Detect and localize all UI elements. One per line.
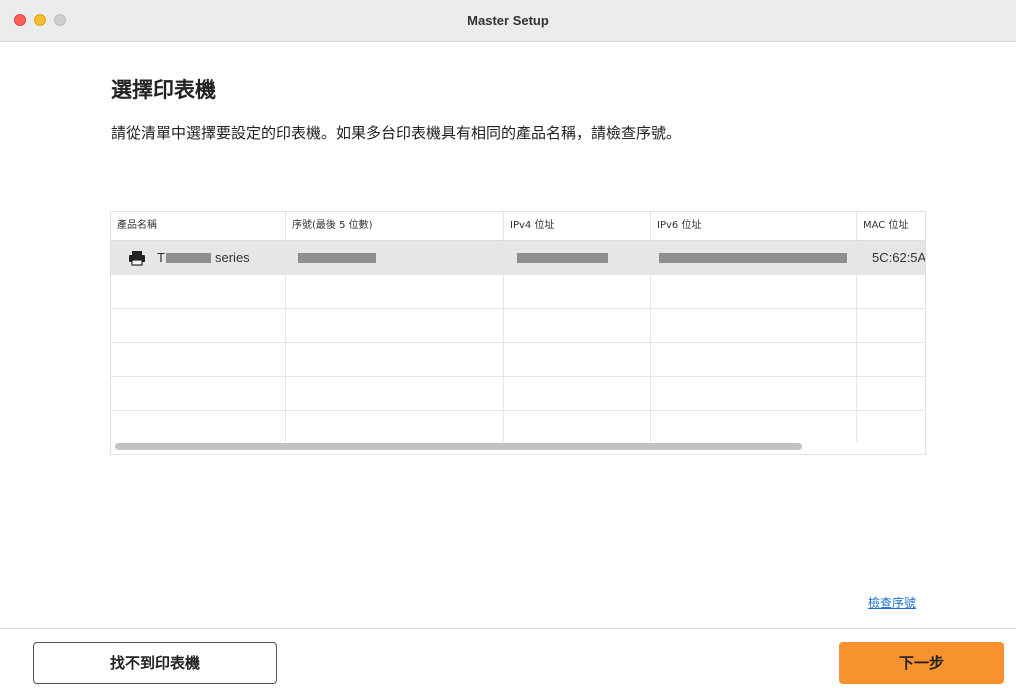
footer-divider [0,628,1016,629]
redacted-ipv4 [517,253,608,263]
title-bar: Master Setup [0,0,1016,42]
column-header-product-name[interactable]: 產品名稱 [111,212,285,240]
scrollbar-thumb[interactable] [115,443,802,450]
table-row-printer[interactable]: T series 5C:62:5A [111,241,926,275]
setup-window: Master Setup 選擇印表機 請從清單中選擇要設定的印表機。如果多台印表… [0,0,1016,688]
table-row-empty [111,275,925,309]
redacted-product-name [166,253,211,263]
printer-icon [129,251,145,266]
printer-not-found-button[interactable]: 找不到印表機 [33,642,277,684]
cell-ipv6 [650,241,856,274]
table-row-empty [111,343,925,377]
page-description: 請從清單中選擇要設定的印表機。如果多台印表機具有相同的產品名稱，請檢查序號。 [111,124,682,142]
horizontal-scrollbar[interactable] [111,440,925,454]
window-title: Master Setup [467,13,549,28]
next-button[interactable]: 下一步 [839,642,1004,684]
column-header-mac[interactable]: MAC 位址 [856,212,925,240]
product-name-prefix: T [157,250,165,265]
cell-serial [285,241,503,274]
column-header-ipv4[interactable]: IPv4 位址 [503,212,650,240]
table-row-empty [111,411,925,442]
cell-ipv4 [503,241,650,274]
check-serial-link[interactable]: 檢查序號 [868,594,916,611]
table-row-empty [111,309,925,343]
cell-product-name: T series [111,241,285,274]
column-header-ipv6[interactable]: IPv6 位址 [650,212,856,240]
product-name-suffix: series [215,250,250,265]
table-header: 產品名稱 序號(最後 5 位數) IPv4 位址 IPv6 位址 MAC 位址 [111,212,925,241]
table-row-empty [111,377,925,411]
mac-address: 5C:62:5A [872,250,926,265]
cell-mac: 5C:62:5A [856,241,926,274]
column-header-serial[interactable]: 序號(最後 5 位數) [285,212,503,240]
redacted-serial [298,253,376,263]
page-title: 選擇印表機 [111,78,216,102]
printer-table: 產品名稱 序號(最後 5 位數) IPv4 位址 IPv6 位址 MAC 位址 … [110,211,926,455]
redacted-ipv6 [659,253,847,263]
